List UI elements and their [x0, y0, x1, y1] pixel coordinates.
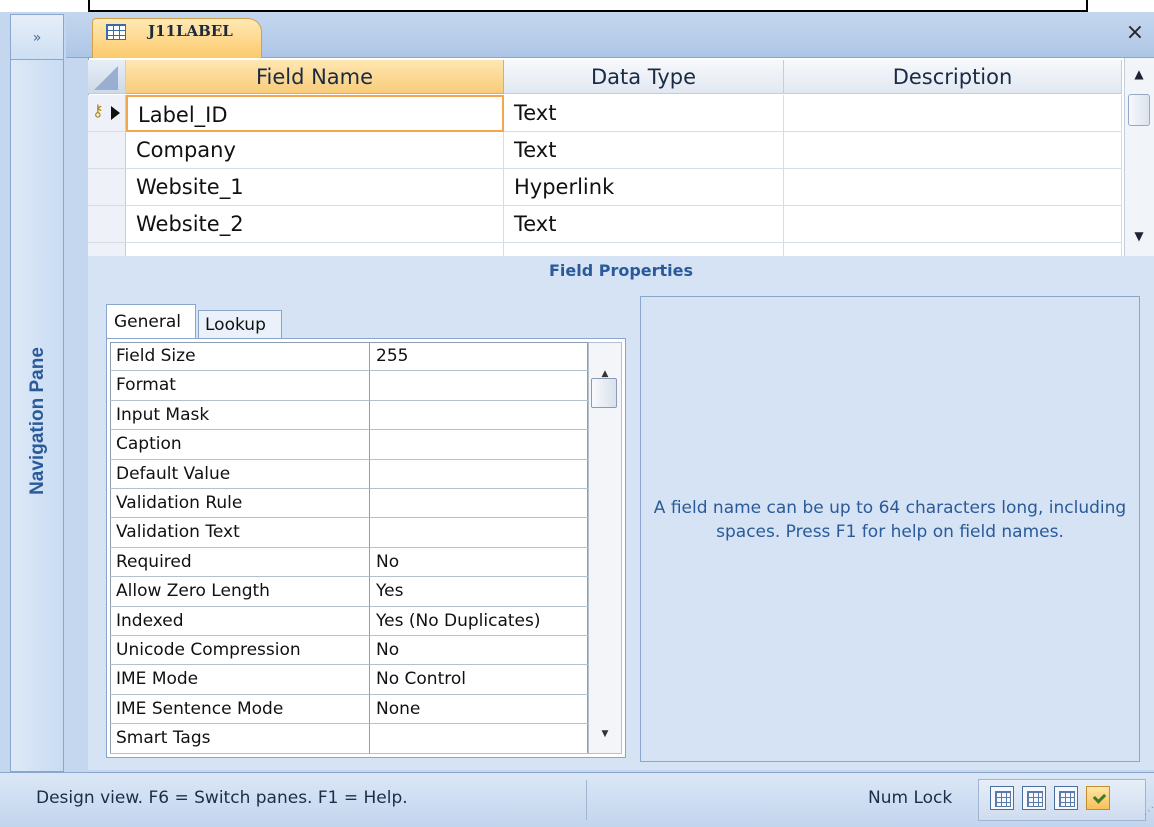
data-type-cell[interactable]: Text [504, 95, 784, 132]
property-name: Field Size [110, 342, 370, 372]
pivottable-view-icon[interactable] [1022, 786, 1046, 810]
status-message: Design view. F6 = Switch panes. F1 = Hel… [36, 788, 408, 808]
property-value[interactable]: No [370, 548, 588, 578]
navigation-pane-label-text: Navigation Pane [27, 347, 48, 495]
primary-key-icon: ⚷ [92, 101, 104, 120]
property-row[interactable]: Field Size 255 [110, 342, 588, 372]
property-value[interactable] [370, 371, 588, 401]
current-row-arrow-icon [111, 106, 120, 120]
property-name: Allow Zero Length [110, 577, 370, 607]
property-name: Smart Tags [110, 724, 370, 754]
property-value[interactable]: Yes [370, 577, 588, 607]
field-name-cell[interactable]: Label_ID [126, 95, 504, 132]
field-name-cell[interactable]: Website_2 [126, 206, 504, 243]
property-name: Validation Rule [110, 489, 370, 519]
property-name: Default Value [110, 459, 370, 489]
table-icon [106, 24, 126, 40]
data-type-cell[interactable]: Text [504, 206, 784, 243]
num-lock-indicator: Num Lock [868, 788, 953, 808]
description-cell[interactable] [784, 95, 1122, 132]
design-view-icon[interactable] [1086, 786, 1110, 810]
tab-lookup[interactable]: Lookup [198, 310, 282, 338]
tab-general[interactable]: General [106, 304, 196, 338]
scroll-up-arrow-icon[interactable]: ▲ [1124, 62, 1154, 86]
property-row[interactable]: Smart Tags [110, 724, 588, 754]
property-row[interactable]: IME Sentence Mode None [110, 694, 588, 725]
property-value[interactable]: No [370, 636, 588, 666]
property-value[interactable]: 255 [370, 342, 588, 372]
property-value[interactable]: None [370, 695, 588, 725]
property-value[interactable] [370, 401, 588, 431]
property-row[interactable]: Caption [110, 430, 588, 460]
property-value[interactable] [370, 724, 588, 754]
column-header-data-type[interactable]: Data Type [504, 60, 784, 94]
field-properties-title: Field Properties [88, 256, 1154, 286]
property-value[interactable] [370, 430, 588, 460]
property-name: Input Mask [110, 400, 370, 431]
description-cell[interactable] [784, 169, 1122, 206]
property-row[interactable]: Validation Rule [110, 489, 588, 519]
select-all-triangle-icon [94, 66, 118, 90]
property-row[interactable]: Required No [110, 547, 588, 578]
property-value[interactable]: No Control [370, 665, 588, 695]
scrollbar-thumb[interactable] [1128, 94, 1150, 126]
property-row[interactable]: Input Mask [110, 400, 588, 431]
pivotchart-view-icon[interactable] [1054, 786, 1078, 810]
property-row[interactable]: Default Value [110, 459, 588, 489]
close-document-button[interactable]: × [1120, 18, 1150, 48]
property-row[interactable]: Unicode Compression No [110, 636, 588, 666]
row-selector[interactable] [88, 169, 126, 206]
row-selector[interactable] [88, 132, 126, 169]
property-row[interactable]: Indexed Yes (No Duplicates) [110, 606, 588, 636]
property-value[interactable]: Yes (No Duplicates) [370, 607, 588, 636]
property-name: Indexed [110, 606, 370, 636]
column-header-description[interactable]: Description [784, 60, 1122, 94]
property-name: IME Mode [110, 665, 370, 695]
property-name: Unicode Compression [110, 636, 370, 666]
nav-pane-expand-button[interactable]: » [10, 14, 64, 60]
property-row[interactable]: IME Mode No Control [110, 665, 588, 695]
property-name: IME Sentence Mode [110, 694, 370, 725]
property-name: Required [110, 547, 370, 578]
row-selector[interactable] [88, 206, 126, 243]
data-type-cell[interactable]: Text [504, 132, 784, 169]
property-name: Format [110, 371, 370, 401]
property-value[interactable] [370, 460, 588, 489]
property-row[interactable]: Allow Zero Length Yes [110, 577, 588, 607]
field-name-cell[interactable]: Website_1 [126, 169, 504, 206]
property-row[interactable]: Format [110, 371, 588, 401]
ribbon-edge [88, 0, 1088, 12]
data-type-cell[interactable]: Hyperlink [504, 169, 784, 206]
expand-chevron-icon: » [32, 30, 42, 46]
field-name-cell[interactable]: Company [126, 132, 504, 169]
property-value[interactable] [370, 489, 588, 519]
resize-grip-icon[interactable]: ⋰ [1144, 806, 1154, 820]
datasheet-view-icon[interactable] [990, 786, 1014, 810]
property-value[interactable] [370, 518, 588, 548]
help-text: A field name can be up to 64 characters … [653, 498, 1127, 542]
description-cell[interactable] [784, 206, 1122, 243]
status-divider [586, 780, 587, 820]
scroll-down-arrow-icon[interactable]: ▼ [588, 724, 622, 744]
navigation-pane-label[interactable]: Navigation Pane [18, 330, 58, 530]
scrollbar-thumb[interactable] [591, 378, 617, 408]
property-name: Caption [110, 430, 370, 460]
scroll-down-arrow-icon[interactable]: ▼ [1124, 224, 1154, 248]
property-name: Validation Text [110, 518, 370, 548]
document-tab-title: J11LABEL [148, 22, 233, 40]
column-header-field-name[interactable]: Field Name [126, 60, 504, 94]
property-row[interactable]: Validation Text [110, 518, 588, 548]
description-cell[interactable] [784, 132, 1122, 169]
